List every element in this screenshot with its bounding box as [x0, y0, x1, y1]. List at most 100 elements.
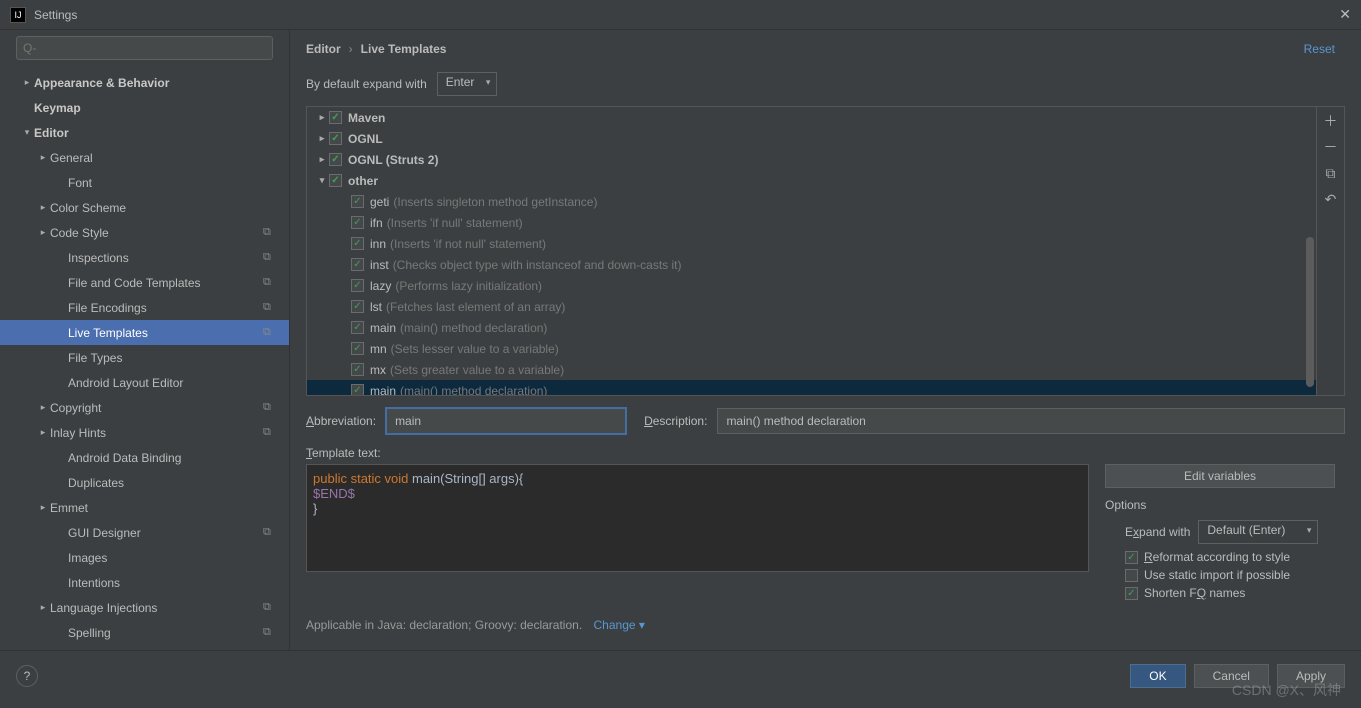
remove-icon[interactable]: － — [1321, 137, 1341, 157]
edit-variables-button[interactable]: Edit variables — [1105, 464, 1335, 488]
checkbox-icon[interactable]: ✓ — [1125, 569, 1138, 582]
revert-icon[interactable]: ↶ — [1321, 189, 1341, 209]
sidebar-item-label: Android Data Binding — [68, 451, 289, 465]
sidebar-item-keymap[interactable]: Keymap — [0, 95, 289, 120]
project-icon: ⧉ — [263, 401, 277, 415]
sidebar-item-file-types[interactable]: File Types — [0, 345, 289, 370]
checkbox-icon[interactable]: ✓ — [351, 384, 364, 395]
template-name: mn — [370, 342, 387, 356]
template-text-label: Template text: — [290, 438, 1361, 464]
sidebar-item-gui-designer[interactable]: GUI Designer⧉ — [0, 520, 289, 545]
scrollbar-thumb[interactable] — [1306, 237, 1314, 387]
opt-shorten-fq[interactable]: ✓Shorten FQ names — [1105, 586, 1345, 600]
settings-tree[interactable]: ▸Appearance & Behavior Keymap ▾Editor▸Gene… — [0, 66, 289, 650]
template-item[interactable]: ✓ main (main() method declaration) — [307, 317, 1316, 338]
checkbox-icon[interactable]: ✓ — [351, 195, 364, 208]
expand-with-row: Expand with Default (Enter) — [1105, 520, 1345, 544]
template-item[interactable]: ✓lst (Fetches last element of an array) — [307, 296, 1316, 317]
abbreviation-input[interactable] — [386, 408, 626, 434]
description-input[interactable] — [717, 408, 1345, 434]
sidebar-item-color-scheme[interactable]: ▸Color Scheme — [0, 195, 289, 220]
checkbox-icon[interactable]: ✓ — [1125, 551, 1138, 564]
template-item[interactable]: ✓main (main() method declaration) — [307, 380, 1316, 395]
default-expand-row: By default expand with Enter — [290, 68, 1361, 106]
template-group[interactable]: ▾✓other — [307, 170, 1316, 191]
template-list[interactable]: ▸✓Maven▸✓OGNL▸✓OGNL (Struts 2)▾✓other✓ge… — [307, 107, 1316, 395]
sidebar-item-general[interactable]: ▸General — [0, 145, 289, 170]
template-group[interactable]: ▸✓Maven — [307, 107, 1316, 128]
sidebar-item-file-encodings[interactable]: File Encodings⧉ — [0, 295, 289, 320]
template-item[interactable]: ✓inn (Inserts 'if not null' statement) — [307, 233, 1316, 254]
sidebar-item-images[interactable]: Images — [0, 545, 289, 570]
checkbox-icon[interactable]: ✓ — [351, 258, 364, 271]
template-name: mx — [370, 363, 386, 377]
sidebar-item-label: Inspections — [68, 251, 263, 265]
sidebar-item-language-injections[interactable]: ▸Language Injections⧉ — [0, 595, 289, 620]
reset-link[interactable]: Reset — [1304, 42, 1335, 56]
sidebar-item-duplicates[interactable]: Duplicates — [0, 470, 289, 495]
checkbox-icon[interactable]: ✓ — [351, 216, 364, 229]
template-text-area[interactable]: public static void main(String[] args){ … — [306, 464, 1089, 572]
checkbox-icon[interactable]: ✓ — [351, 321, 364, 334]
sidebar-item-copyright[interactable]: ▸Copyright⧉ — [0, 395, 289, 420]
change-link[interactable]: Change ▾ — [594, 618, 645, 632]
opt-reformat[interactable]: ✓Reformat according to style — [1105, 550, 1345, 564]
template-name: main — [370, 321, 396, 335]
sidebar-item-textmate-bundles[interactable]: TextMate Bundles — [0, 645, 289, 650]
arrow-icon: ▾ — [20, 127, 34, 138]
template-item[interactable]: ✓mn (Sets lesser value to a variable) — [307, 338, 1316, 359]
template-item[interactable]: ✓ifn (Inserts 'if null' statement) — [307, 212, 1316, 233]
cancel-button[interactable]: Cancel — [1194, 664, 1269, 688]
opt-static-import[interactable]: ✓Use static import if possible — [1105, 568, 1345, 582]
sidebar-item-live-templates[interactable]: Live Templates⧉ — [0, 320, 289, 345]
sidebar-item-font[interactable]: Font — [0, 170, 289, 195]
checkbox-icon[interactable]: ✓ — [351, 279, 364, 292]
checkbox-icon[interactable]: ✓ — [351, 342, 364, 355]
copy-icon[interactable]: ⧉ — [1321, 163, 1341, 183]
sidebar-item-intentions[interactable]: Intentions — [0, 570, 289, 595]
template-item[interactable]: ✓lazy (Performs lazy initialization) — [307, 275, 1316, 296]
template-tools: ＋ － ⧉ ↶ — [1316, 107, 1344, 395]
default-expand-select[interactable]: Enter — [437, 72, 498, 96]
template-item[interactable]: ✓inst (Checks object type with instanceo… — [307, 254, 1316, 275]
checkbox-icon[interactable]: ✓ — [351, 237, 364, 250]
sidebar-item-android-data-binding[interactable]: Android Data Binding — [0, 445, 289, 470]
arrow-icon: ▸ — [315, 112, 329, 123]
sidebar-item-android-layout-editor[interactable]: Android Layout Editor — [0, 370, 289, 395]
sidebar-item-file-and-code-templates[interactable]: File and Code Templates⧉ — [0, 270, 289, 295]
template-item[interactable]: ✓geti (Inserts singleton method getInsta… — [307, 191, 1316, 212]
sidebar-item-code-style[interactable]: ▸Code Style⧉ — [0, 220, 289, 245]
template-desc: (main() method declaration) — [400, 384, 547, 396]
checkbox-icon[interactable]: ✓ — [329, 111, 342, 124]
apply-button[interactable]: Apply — [1277, 664, 1345, 688]
close-icon[interactable]: ✕ — [1339, 6, 1351, 23]
search-input[interactable] — [16, 36, 273, 60]
sidebar-item-inlay-hints[interactable]: ▸Inlay Hints⧉ — [0, 420, 289, 445]
checkbox-icon[interactable]: ✓ — [351, 300, 364, 313]
sidebar-item-label: Android Layout Editor — [68, 376, 289, 390]
crumb-root[interactable]: Editor — [306, 42, 341, 56]
sidebar-item-label: Font — [68, 176, 289, 190]
template-item[interactable]: ✓mx (Sets greater value to a variable) — [307, 359, 1316, 380]
sidebar-item-label: Keymap — [34, 101, 289, 115]
help-button[interactable]: ? — [16, 665, 38, 687]
checkbox-icon[interactable]: ✓ — [1125, 587, 1138, 600]
template-group[interactable]: ▸✓OGNL (Struts 2) — [307, 149, 1316, 170]
checkbox-icon[interactable]: ✓ — [329, 153, 342, 166]
template-group[interactable]: ▸✓OGNL — [307, 128, 1316, 149]
sidebar-item-appearance-behavior[interactable]: ▸Appearance & Behavior — [0, 70, 289, 95]
checkbox-icon[interactable]: ✓ — [329, 132, 342, 145]
template-desc: (main() method declaration) — [400, 321, 547, 335]
bottom-panels: public static void main(String[] args){ … — [290, 464, 1361, 604]
expand-with-select[interactable]: Default (Enter) — [1198, 520, 1318, 544]
add-icon[interactable]: ＋ — [1321, 111, 1341, 131]
sidebar-item-inspections[interactable]: Inspections⧉ — [0, 245, 289, 270]
checkbox-icon[interactable]: ✓ — [351, 363, 364, 376]
ok-button[interactable]: OK — [1130, 664, 1185, 688]
template-desc: (Inserts 'if not null' statement) — [390, 237, 546, 251]
project-icon: ⧉ — [263, 326, 277, 340]
sidebar-item-spelling[interactable]: Spelling⧉ — [0, 620, 289, 645]
sidebar-item-emmet[interactable]: ▸Emmet — [0, 495, 289, 520]
sidebar-item-editor[interactable]: ▾Editor — [0, 120, 289, 145]
checkbox-icon[interactable]: ✓ — [329, 174, 342, 187]
